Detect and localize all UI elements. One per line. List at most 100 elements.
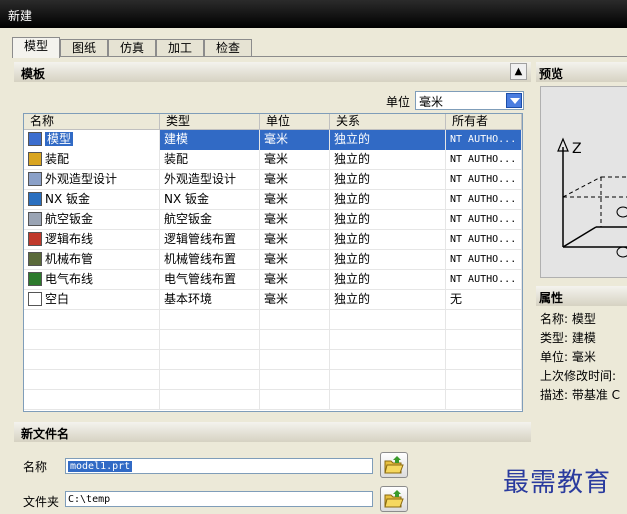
table-header: 名称 类型 单位 关系 所有者: [24, 114, 522, 130]
cell-owner: NT AUTHO...: [446, 170, 522, 190]
column-header-name[interactable]: 名称: [24, 114, 160, 129]
unit-label: 单位: [386, 95, 411, 109]
empty-cell: [446, 370, 522, 390]
aero-sheet-metal-icon: [28, 212, 42, 226]
empty-cell: [330, 350, 446, 370]
cell-relation: 独立的: [330, 190, 446, 210]
window-title: 新建: [8, 9, 33, 23]
empty-cell: [330, 310, 446, 330]
browse-name-button[interactable]: [380, 452, 408, 478]
cell-owner: NT AUTHO...: [446, 150, 522, 170]
table-row[interactable]: NX 钣金 NX 钣金 毫米 独立的 NT AUTHO...: [24, 190, 522, 210]
cell-unit: 毫米: [260, 270, 330, 290]
empty-cell: [160, 370, 260, 390]
cell-name: 航空钣金: [24, 210, 160, 230]
property-unit: 单位: 毫米: [540, 350, 596, 364]
cell-relation: 独立的: [330, 150, 446, 170]
empty-cell: [160, 390, 260, 410]
template-name: 外观造型设计: [45, 172, 118, 186]
chevron-down-icon[interactable]: [506, 93, 522, 108]
new-file-header-label: 新文件名: [21, 427, 70, 441]
preview-section-header: 预览: [536, 62, 627, 82]
table-row[interactable]: 外观造型设计 外观造型设计 毫米 独立的 NT AUTHO...: [24, 170, 522, 190]
table-row[interactable]: 空白 基本环境 毫米 独立的无: [24, 290, 522, 310]
preview-pane: Z: [540, 86, 627, 278]
cell-unit: 毫米: [260, 210, 330, 230]
cell-unit: 毫米: [260, 290, 330, 310]
template-name: 装配: [45, 152, 70, 166]
empty-cell: [260, 310, 330, 330]
tab-model[interactable]: 模型: [12, 37, 60, 58]
cell-owner: 无: [446, 290, 522, 310]
tab-manufacturing[interactable]: 加工: [156, 39, 204, 57]
mech-routing-icon: [28, 252, 42, 266]
assembly-icon: [28, 152, 42, 166]
cell-name: 电气布线: [24, 270, 160, 290]
empty-cell: [24, 370, 160, 390]
table-row[interactable]: 机械布管 机械管线布置 毫米 独立的 NT AUTHO...: [24, 250, 522, 270]
empty-cell: [24, 390, 160, 410]
folder-field[interactable]: C:\temp: [65, 491, 373, 507]
template-name: 逻辑布线: [45, 232, 94, 246]
template-table[interactable]: 名称 类型 单位 关系 所有者 模型 建模 毫米 独立的 NT AUTHO... 装配 装配…: [23, 113, 523, 412]
empty-cell: [160, 350, 260, 370]
cell-relation: 独立的: [330, 170, 446, 190]
properties-section-header: 属性: [536, 286, 627, 306]
properties-list: 名称: 模型 类型: 建模 单位: 毫米 上次修改时间: 描述: 带基准 C: [540, 310, 627, 405]
cell-relation: 独立的: [330, 210, 446, 230]
cell-type: NX 钣金: [160, 190, 260, 210]
cell-type: 装配: [160, 150, 260, 170]
template-name: 电气布线: [45, 272, 94, 286]
cell-type: 基本环境: [160, 290, 260, 310]
column-header-unit[interactable]: 单位: [260, 114, 330, 129]
table-row[interactable]: 模型 建模 毫米 独立的 NT AUTHO...: [24, 130, 522, 150]
chevron-up-icon: ▲: [514, 66, 523, 77]
cell-name: 外观造型设计: [24, 170, 160, 190]
cell-type: 机械管线布置: [160, 250, 260, 270]
model-icon: [28, 132, 42, 146]
sheet-metal-icon: [28, 192, 42, 206]
blank-icon: [28, 292, 42, 306]
template-name: 机械布管: [45, 252, 94, 266]
cell-owner: NT AUTHO...: [446, 190, 522, 210]
folder-label: 文件夹: [23, 495, 60, 509]
property-description: 描述: 带基准 C: [540, 388, 621, 402]
tab-inspection[interactable]: 检查: [204, 39, 252, 57]
tab-drawing[interactable]: 图纸: [60, 39, 108, 57]
cell-relation: 独立的: [330, 290, 446, 310]
triad-axes-graphic: Z: [557, 137, 627, 258]
table-row[interactable]: 逻辑布线 逻辑管线布置 毫米 独立的 NT AUTHO...: [24, 230, 522, 250]
cell-name: 模型: [24, 130, 160, 150]
template-name: 空白: [45, 292, 70, 306]
empty-cell: [330, 370, 446, 390]
axis-label-z: Z: [572, 141, 582, 157]
column-header-relation[interactable]: 关系: [330, 114, 446, 129]
tab-simulation[interactable]: 仿真: [108, 39, 156, 57]
empty-row: [24, 330, 522, 350]
empty-cell: [24, 350, 160, 370]
column-header-owner[interactable]: 所有者: [446, 114, 522, 129]
name-label: 名称: [23, 460, 48, 474]
table-row[interactable]: 装配 装配 毫米 独立的 NT AUTHO...: [24, 150, 522, 170]
column-header-type[interactable]: 类型: [160, 114, 260, 129]
cell-relation: 独立的: [330, 250, 446, 270]
elec-routing-icon: [28, 272, 42, 286]
unit-select-value: 毫米: [419, 95, 444, 109]
cell-name: 装配: [24, 150, 160, 170]
empty-row: [24, 370, 522, 390]
cell-relation: 独立的: [330, 270, 446, 290]
name-field[interactable]: model1.prt: [65, 458, 373, 474]
cell-unit: 毫米: [260, 230, 330, 250]
table-row[interactable]: 电气布线 电气管线布置 毫米 独立的 NT AUTHO...: [24, 270, 522, 290]
cell-unit: 毫米: [260, 150, 330, 170]
browse-folder-button[interactable]: [380, 486, 408, 512]
collapse-templates-button[interactable]: ▲: [510, 63, 527, 80]
property-type: 类型: 建模: [540, 331, 596, 345]
watermark-text: 最需教育: [503, 468, 612, 498]
empty-cell: [24, 330, 160, 350]
cell-relation: 独立的: [330, 230, 446, 250]
cell-type: 逻辑管线布置: [160, 230, 260, 250]
unit-select[interactable]: 毫米: [415, 91, 524, 110]
table-row[interactable]: 航空钣金 航空钣金 毫米 独立的 NT AUTHO...: [24, 210, 522, 230]
cell-unit: 毫米: [260, 190, 330, 210]
